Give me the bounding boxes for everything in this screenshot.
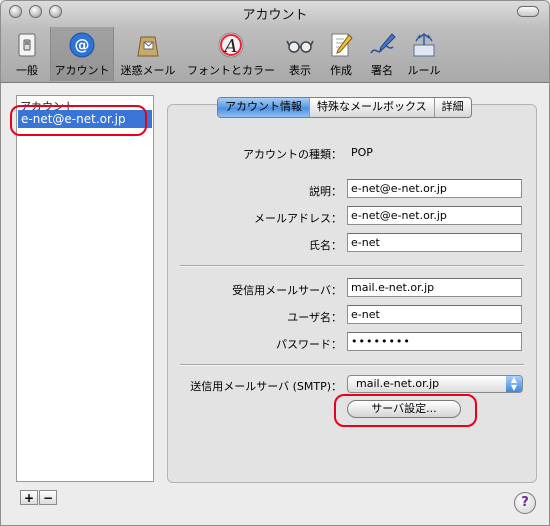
email-address-label: メールアドレス： <box>254 212 342 225</box>
toolbar-item-label: フォントとカラー <box>187 64 275 77</box>
smtp-server-value: mail.e-net.or.jp <box>356 377 440 390</box>
highlight-oval-server-settings <box>334 394 477 427</box>
toolbar-item-label: ルール <box>407 64 441 77</box>
smtp-server-label: 送信用メールサーバ (SMTP)： <box>190 380 342 393</box>
font-letter-a-icon: A <box>218 32 244 58</box>
svg-text:A: A <box>223 36 238 57</box>
incoming-server-field[interactable]: mail.e-net.or.jp <box>347 278 522 297</box>
toolbar-item-accounts[interactable]: @ アカウント <box>50 27 114 81</box>
incoming-server-label: 受信用メールサーバ： <box>232 284 342 297</box>
password-label: パスワード： <box>276 338 342 351</box>
tab-bar: アカウント情報 特殊なメールボックス 詳細 <box>217 97 472 118</box>
description-field[interactable]: e-net@e-net.or.jp <box>347 179 522 198</box>
toolbar-item-label: 迷惑メール <box>120 64 176 77</box>
toolbar-item-label: アカウント <box>54 64 110 77</box>
toolbar-item-label: 署名 <box>371 64 393 77</box>
glasses-icon <box>286 40 314 53</box>
at-sign-icon: @ <box>69 32 95 58</box>
preferences-window: アカウント 一般 @ アカウント 迷惑メール A フォントとカラー 表示 作成 … <box>0 0 550 526</box>
email-address-field[interactable]: e-net@e-net.or.jp <box>347 206 522 225</box>
password-field[interactable]: •••••••• <box>347 332 522 351</box>
light-switch-icon <box>18 33 36 57</box>
svg-text:@: @ <box>75 36 90 54</box>
rules-arrows-icon <box>413 33 435 57</box>
account-type-value: POP <box>351 146 373 159</box>
toolbar-item-label: 表示 <box>289 64 311 77</box>
username-field[interactable]: e-net <box>347 305 522 324</box>
toolbar-item-composing[interactable]: 作成 <box>322 27 360 81</box>
window-title: アカウント <box>242 8 308 23</box>
toolbar-item-junk-mail[interactable]: 迷惑メール <box>115 27 181 81</box>
toolbar-item-fonts-colors[interactable]: A フォントとカラー <box>184 27 278 81</box>
smtp-server-popup[interactable]: mail.e-net.or.jp ▲ ▼ <box>347 375 523 393</box>
junk-mail-bag-icon <box>137 36 159 57</box>
toolbar-item-viewing[interactable]: 表示 <box>282 27 318 81</box>
updown-arrows-icon: ▲ ▼ <box>506 376 522 392</box>
divider <box>180 364 524 366</box>
tab-special-mailboxes[interactable]: 特殊なメールボックス <box>310 98 435 117</box>
toolbar-item-rules[interactable]: ルール <box>404 27 444 81</box>
description-label: 説明： <box>309 185 342 198</box>
toolbar-item-signatures[interactable]: 署名 <box>364 27 400 81</box>
full-name-label: 氏名： <box>309 239 342 252</box>
full-name-field[interactable]: e-net <box>347 233 522 252</box>
help-button[interactable]: ? <box>514 492 536 514</box>
toolbar-band: アカウント 一般 @ アカウント 迷惑メール A フォントとカラー 表示 作成 … <box>1 1 549 83</box>
remove-account-button[interactable]: − <box>39 490 57 505</box>
toolbar-item-general[interactable]: 一般 <box>7 27 47 81</box>
toolbar-toggle-button[interactable] <box>517 6 539 17</box>
toolbar-item-label: 作成 <box>330 64 352 77</box>
highlight-oval-account <box>10 105 147 136</box>
pencil-paper-icon <box>331 33 353 57</box>
toolbar-item-label: 一般 <box>16 64 38 77</box>
tab-account-info[interactable]: アカウント情報 <box>218 98 310 117</box>
accounts-list[interactable]: アカウント e-net@e-net.or.jp <box>16 95 154 482</box>
pen-signature-icon <box>370 33 396 54</box>
account-type-label: アカウントの種類： <box>243 148 342 161</box>
add-account-button[interactable]: + <box>20 490 38 505</box>
tab-advanced[interactable]: 詳細 <box>435 98 471 117</box>
username-label: ユーザ名： <box>287 311 342 324</box>
divider <box>180 265 524 267</box>
